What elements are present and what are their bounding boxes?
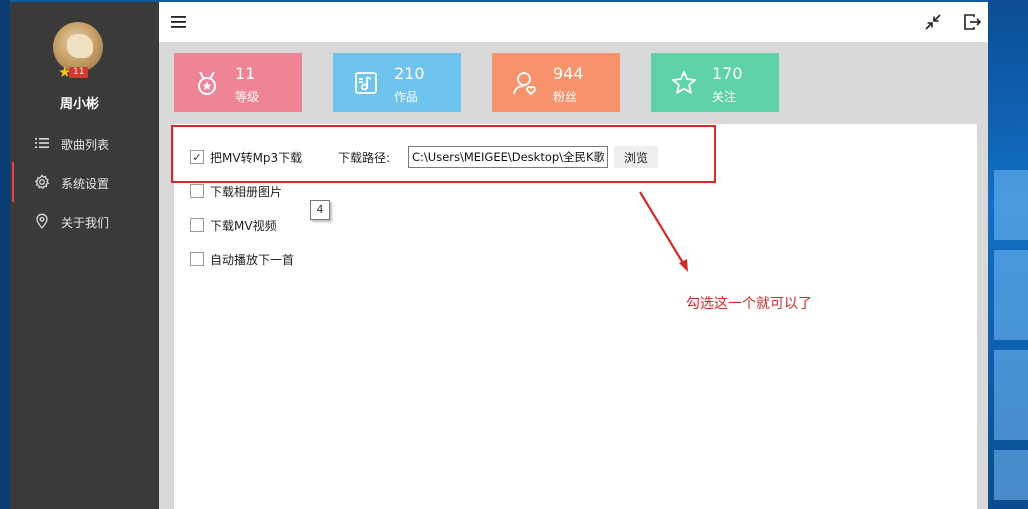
stat-card-works[interactable]: 210 作品 <box>333 53 461 112</box>
stat-value: 944 <box>553 64 584 83</box>
hamburger-icon[interactable] <box>169 12 189 32</box>
stat-card-fans[interactable]: 944 粉丝 <box>492 53 620 112</box>
checkbox-autoplay-next[interactable] <box>190 252 204 266</box>
list-icon <box>35 138 49 148</box>
user-heart-icon <box>513 72 536 96</box>
option-label: 下载相册图片 <box>210 184 283 199</box>
gear-icon <box>34 174 50 190</box>
logout-icon[interactable] <box>962 12 982 32</box>
stat-label: 关注 <box>712 90 737 104</box>
shrink-icon[interactable] <box>923 12 943 32</box>
option-mv-to-mp3[interactable]: ✓ 把MV转Mp3下载 <box>190 149 302 165</box>
settings-panel: ✓ 把MV转Mp3下载 下载路径: 浏览 下载相册图片 下载MV视频 自动播放下… <box>171 124 977 509</box>
stat-label: 等级 <box>235 90 260 104</box>
top-bar <box>159 2 988 42</box>
annotation-arrow <box>639 191 688 272</box>
sidebar: ★ 11 周小彬 歌曲列表 系统设置 关于我们 <box>10 2 159 509</box>
desktop-window-pane <box>994 170 1028 240</box>
app-window: ★ 11 周小彬 歌曲列表 系统设置 关于我们 11 等级 210 作品 944… <box>10 2 988 509</box>
level-badge: ★ 11 <box>58 64 96 80</box>
stat-value: 11 <box>235 64 256 83</box>
annotation-text: 勾选这一个就可以了 <box>686 296 812 312</box>
stat-value: 170 <box>712 64 743 83</box>
avatar-image <box>67 34 93 58</box>
star-icon <box>672 71 696 94</box>
option-download-mv[interactable]: 下载MV视频 <box>190 217 277 233</box>
checkbox-mv-to-mp3[interactable]: ✓ <box>190 150 204 164</box>
stat-card-level[interactable]: 11 等级 <box>174 53 302 112</box>
location-pin-icon <box>36 213 48 229</box>
sidebar-item-label: 关于我们 <box>61 216 110 230</box>
sidebar-item-system-settings[interactable]: 系统设置 <box>10 162 159 202</box>
stat-label: 粉丝 <box>553 90 578 104</box>
checkbox-download-mv[interactable] <box>190 218 204 232</box>
option-label: 自动播放下一首 <box>210 252 295 267</box>
option-download-album[interactable]: 下载相册图片 <box>190 183 282 199</box>
stat-value: 210 <box>394 64 425 83</box>
user-name: 周小彬 <box>59 97 99 112</box>
download-path-field[interactable] <box>408 146 608 168</box>
option-label: 把MV转Mp3下载 <box>210 150 303 165</box>
sidebar-item-label: 系统设置 <box>61 177 110 191</box>
browse-button[interactable]: 浏览 <box>614 146 658 168</box>
option-autoplay-next[interactable]: 自动播放下一首 <box>190 251 294 267</box>
download-path-label: 下载路径: <box>338 151 391 165</box>
stat-card-following[interactable]: 170 关注 <box>651 53 779 112</box>
sidebar-item-about-us[interactable]: 关于我们 <box>10 201 159 241</box>
stat-label: 作品 <box>394 90 419 104</box>
checkbox-download-album[interactable] <box>190 184 204 198</box>
desktop-background-right <box>988 0 1028 509</box>
tooltip: 4 <box>310 200 330 220</box>
desktop-window-pane <box>994 450 1028 500</box>
sidebar-item-song-list[interactable]: 歌曲列表 <box>10 123 159 163</box>
music-note-icon <box>355 72 377 94</box>
desktop-window-pane <box>994 350 1028 440</box>
desktop-background-left <box>0 0 10 509</box>
sidebar-item-label: 歌曲列表 <box>61 138 110 152</box>
option-label: 下载MV视频 <box>210 218 277 233</box>
level-number: 11 <box>69 67 89 78</box>
desktop-window-pane <box>994 250 1028 340</box>
medal-icon <box>198 71 216 95</box>
